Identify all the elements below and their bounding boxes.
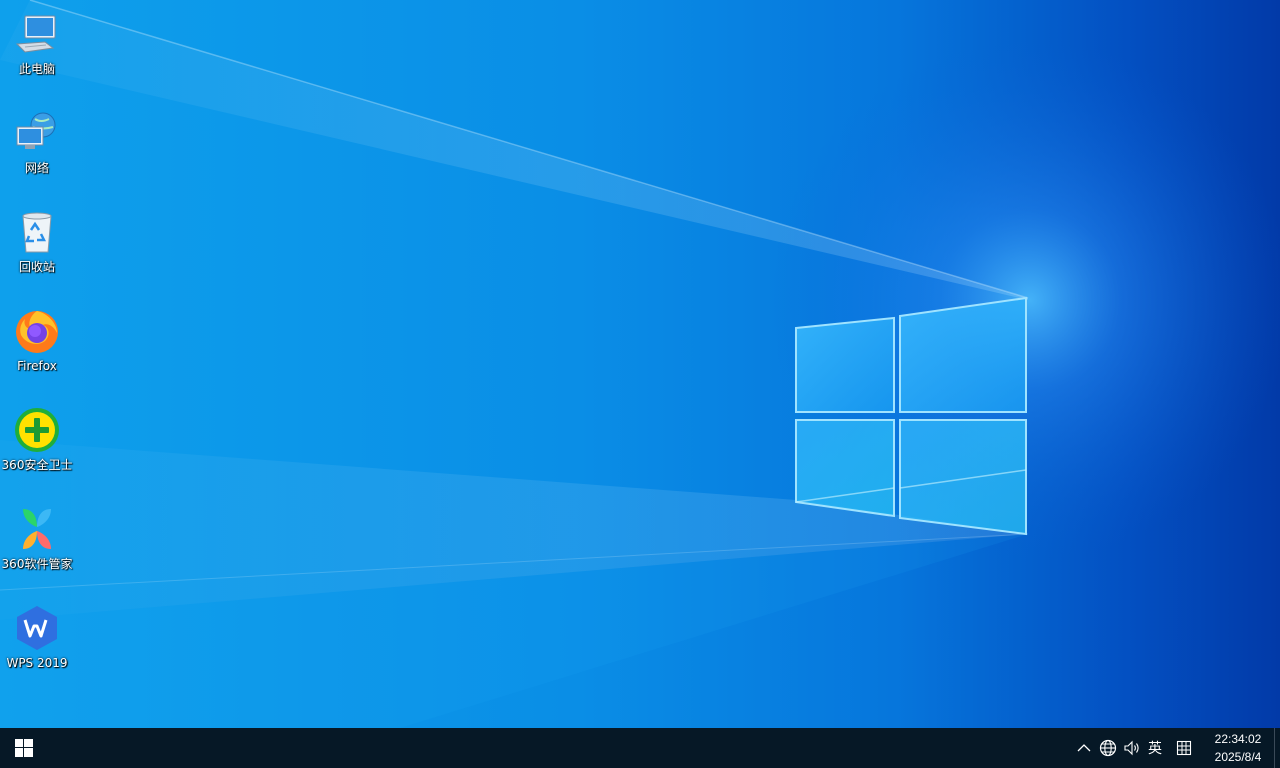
network-icon [16, 112, 56, 149]
desktop-icon-label: Firefox [17, 359, 57, 373]
network-tray-button[interactable] [1096, 728, 1120, 768]
taskbar-clock[interactable]: 22:34:02 2025/8/4 [1202, 728, 1274, 768]
start-button[interactable] [0, 728, 48, 768]
speaker-icon [1124, 740, 1139, 756]
desktop-icon-label: 网络 [24, 161, 49, 175]
desktop-icon-network[interactable]: 网络 [0, 103, 74, 195]
desktop-icon-360-software-manager[interactable]: 360软件管家 [0, 499, 74, 591]
desktop-icon-wps[interactable]: WPS 2019 [0, 598, 74, 690]
desktop-icon-label: 此电脑 [18, 62, 55, 76]
firefox-icon [16, 311, 58, 353]
input-mode-button[interactable] [1170, 728, 1198, 768]
wallpaper [0, 0, 1280, 728]
desktop-icon-label: 360软件管家 [1, 557, 73, 571]
globe-network-icon [1099, 739, 1117, 757]
recycle-bin-icon [22, 212, 52, 253]
computer-icon [15, 15, 56, 53]
taskbar: 英 22:34:02 2025/8/4 [0, 728, 1280, 768]
360-safe-icon [15, 408, 59, 452]
clock-date: 2025/8/4 [1214, 750, 1262, 764]
clock-time: 22:34:02 [1214, 732, 1262, 746]
chevron-up-icon [1077, 744, 1091, 752]
desktop-icon-label: 360安全卫士 [1, 458, 73, 472]
desktop-icon-recycle-bin[interactable]: 回收站 [0, 202, 74, 294]
show-desktop-button[interactable] [1274, 728, 1280, 768]
desktop-icon-label: WPS 2019 [6, 656, 68, 670]
360-software-manager-icon [23, 509, 51, 549]
input-method-indicator[interactable]: 英 [1144, 728, 1166, 768]
show-hidden-icons-button[interactable] [1072, 728, 1096, 768]
desktop-icon-firefox[interactable]: Firefox [0, 301, 74, 393]
desktop: 此电脑 网络 回收站 Firefox 360安全卫士 360软件管家 WPS 2… [0, 0, 1280, 728]
desktop-icon-this-pc[interactable]: 此电脑 [0, 4, 74, 96]
input-grid-icon [1176, 740, 1192, 756]
windows-start-icon [15, 739, 33, 757]
desktop-icon-label: 回收站 [18, 260, 55, 274]
volume-tray-button[interactable] [1120, 728, 1144, 768]
wps-icon [17, 606, 57, 650]
desktop-icon-360-safe[interactable]: 360安全卫士 [0, 400, 74, 492]
